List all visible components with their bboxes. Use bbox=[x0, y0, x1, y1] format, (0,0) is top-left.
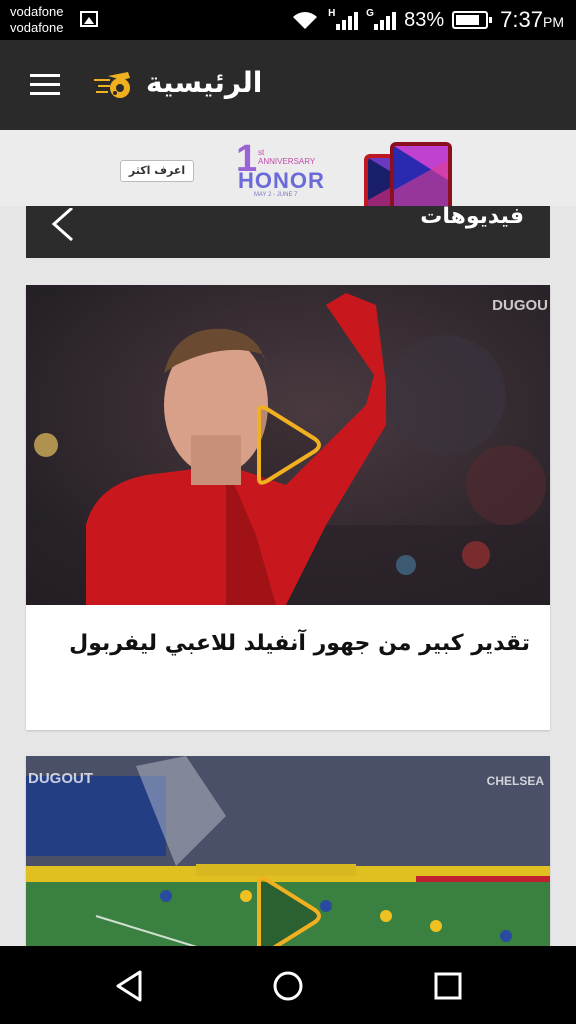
video-card[interactable]: DUGOU تقدير كبير من جهور آنفيلد للاعبي ل… bbox=[26, 285, 550, 730]
ad-learn-more-button[interactable]: اعرف اكثر bbox=[120, 160, 194, 182]
clock-suffix: PM bbox=[543, 14, 564, 30]
carrier-line-1: vodafone bbox=[10, 4, 64, 19]
phone-image bbox=[364, 142, 452, 206]
logo-icon bbox=[94, 72, 130, 98]
ad-anniversary-st: st bbox=[258, 148, 265, 157]
status-icons: H G 83% 7:37PM bbox=[290, 0, 564, 40]
home-icon[interactable] bbox=[268, 966, 308, 1006]
ad-dates: MAY 2 - JUNE 7 bbox=[254, 192, 298, 198]
ad-anniversary-word: ANNIVERSARY bbox=[258, 157, 316, 166]
ad-banner[interactable]: اعرف اكثر 1 st ANNIVERSARY HONOR MAY 2 - … bbox=[0, 130, 576, 206]
ad-brand-name: HONOR bbox=[238, 168, 325, 193]
recents-icon[interactable] bbox=[428, 966, 468, 1006]
gallery-icon bbox=[80, 11, 98, 27]
video-thumbnail[interactable]: DUGOUT CHELSEA bbox=[26, 756, 550, 956]
battery-icon bbox=[452, 11, 493, 29]
carrier-names: vodafone vodafone bbox=[10, 4, 64, 36]
menu-icon[interactable] bbox=[24, 70, 64, 100]
back-icon[interactable] bbox=[110, 966, 150, 1006]
ad-anniversary-text: st ANNIVERSARY bbox=[258, 148, 315, 166]
screen: vodafone vodafone H G 83% 7:37PM الرئيسي… bbox=[0, 0, 576, 1024]
clock-time: 7:37 bbox=[500, 7, 543, 32]
navigation-bar bbox=[0, 946, 576, 1024]
channel-watermark: DUGOU bbox=[492, 297, 548, 314]
videos-section-header[interactable]: فيديوهات bbox=[26, 204, 550, 258]
signal-icon-2: G bbox=[366, 8, 397, 32]
status-bar: vodafone vodafone H G 83% 7:37PM bbox=[0, 0, 576, 40]
channel-watermark: DUGOUT bbox=[28, 770, 93, 787]
section-title: فيديوهات bbox=[420, 204, 524, 229]
video-title[interactable]: تقدير كبير من جهور آنفيلد للاعبي ليفربول bbox=[50, 631, 530, 656]
signal-icon: H bbox=[328, 8, 359, 32]
video-card[interactable]: DUGOUT CHELSEA bbox=[26, 756, 550, 956]
network-type-2: G bbox=[366, 8, 374, 19]
page-title: الرئيسية bbox=[146, 66, 263, 99]
wifi-icon bbox=[293, 12, 318, 29]
clock: 7:37PM bbox=[500, 7, 564, 33]
play-icon[interactable] bbox=[253, 405, 323, 485]
battery-percent: 83% bbox=[404, 8, 445, 31]
carrier-line-2: vodafone bbox=[10, 20, 64, 35]
video-thumbnail[interactable]: DUGOU bbox=[26, 285, 550, 605]
battery-fill bbox=[456, 15, 480, 25]
chevron-left-icon[interactable] bbox=[48, 208, 76, 242]
club-watermark: CHELSEA bbox=[486, 774, 544, 788]
app-bar: الرئيسية bbox=[0, 40, 576, 130]
ad-brand-logo: 1 st ANNIVERSARY HONOR MAY 2 - JUNE 7 bbox=[236, 140, 328, 200]
network-type-1: H bbox=[328, 8, 336, 19]
play-icon[interactable] bbox=[253, 876, 323, 956]
